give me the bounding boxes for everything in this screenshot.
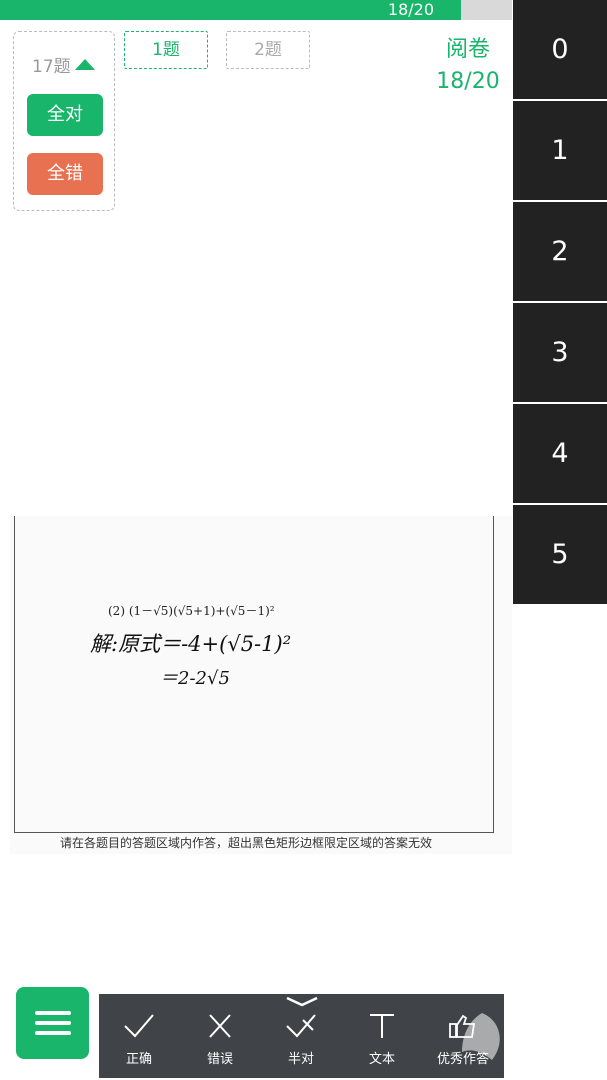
menu-icon-line <box>35 1031 71 1035</box>
tool-half-correct-label: 半对 <box>287 1052 314 1067</box>
score-button-3[interactable]: 3 <box>513 303 607 402</box>
tab-question-1[interactable]: 1题 <box>124 31 208 69</box>
tool-text-label: 文本 <box>368 1052 395 1067</box>
leaf-logo-icon <box>462 1013 500 1060</box>
tool-text[interactable]: 文本 <box>342 994 422 1078</box>
question-dropdown[interactable]: 17题 <box>32 52 95 77</box>
progress-bar: 18/20 <box>0 0 512 20</box>
score-button-2[interactable]: 2 <box>513 202 607 301</box>
score-button-5[interactable]: 5 <box>513 505 607 604</box>
tool-wrong[interactable]: 错误 <box>180 994 260 1078</box>
score-panel: 0 1 2 3 4 5 <box>513 0 607 606</box>
all-wrong-button[interactable]: 全错 <box>27 153 103 195</box>
tool-wrong-label: 错误 <box>206 1052 233 1067</box>
review-title: 阅卷 <box>445 37 490 62</box>
check-icon <box>124 1014 154 1038</box>
handwritten-answer-line-1: 解:原式＝-4+(√5-1)² <box>90 632 292 656</box>
review-count: 18/20 <box>436 69 500 94</box>
tab-question-2[interactable]: 2题 <box>226 31 310 69</box>
watermark: 七叶子 7YZ.COM <box>452 1008 602 1068</box>
score-button-0[interactable]: 0 <box>513 0 607 99</box>
half-check-icon <box>286 1014 316 1038</box>
progress-label: 18/20 <box>387 0 434 19</box>
score-button-4[interactable]: 4 <box>513 404 607 503</box>
caret-up-icon <box>74 59 95 70</box>
handwritten-answer-line-2: ＝2-2√5 <box>160 668 230 689</box>
menu-button[interactable] <box>16 987 89 1059</box>
annotation-toolbar: 正确 错误 半对 文本 优秀作答 <box>99 994 504 1078</box>
watermark-sub: 7YZ.COM <box>514 1044 584 1058</box>
question-panel: 17题 全对 全错 <box>13 31 115 211</box>
current-question: 17题 <box>32 57 71 77</box>
problem-text: (2) (1－√5)(√5+1)+(√5－1)² <box>108 604 275 618</box>
tool-correct-label: 正确 <box>125 1052 152 1067</box>
cross-icon <box>209 1014 231 1038</box>
text-icon <box>370 1014 394 1038</box>
sheet-footer-note: 请在各题目的答题区域内作答，超出黑色矩形边框限定区域的答案无效 <box>60 836 433 850</box>
answer-area-border <box>14 516 494 833</box>
all-right-button[interactable]: 全对 <box>27 94 103 136</box>
menu-icon-line <box>35 1021 71 1025</box>
score-button-1[interactable]: 1 <box>513 101 607 200</box>
review-status: 阅卷 18/20 <box>426 34 510 98</box>
tool-half-correct[interactable]: 半对 <box>261 994 341 1078</box>
tool-correct[interactable]: 正确 <box>99 994 179 1078</box>
menu-icon-line <box>35 1011 71 1015</box>
answer-sheet-image[interactable]: (2) (1－√5)(√5+1)+(√5－1)² 解:原式＝-4+(√5-1)²… <box>10 516 512 854</box>
